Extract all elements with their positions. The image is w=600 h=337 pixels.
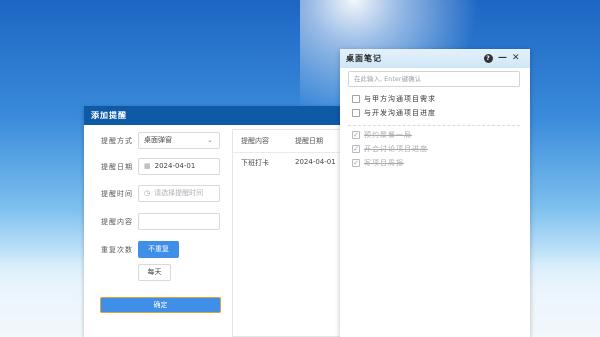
repeat-label: 重复次数 bbox=[101, 246, 133, 254]
todo-text: 与甲方沟通项目需求 bbox=[364, 95, 436, 103]
table-row[interactable]: 下班打卡 2024-04-01 bbox=[233, 158, 343, 174]
confirm-row: 确定 bbox=[84, 297, 232, 315]
content-row: 提醒内容 bbox=[84, 213, 232, 231]
method-select[interactable]: 桌面弹窗 ⌄ bbox=[138, 132, 220, 149]
chevron-down-icon: ⌄ bbox=[207, 136, 213, 144]
column-header-date: 提醒日期 bbox=[295, 137, 323, 145]
repeat-none-button[interactable]: 不重复 bbox=[138, 241, 179, 258]
note-input[interactable]: 在此输入, Enter键确认 bbox=[348, 71, 520, 87]
reminder-list-header: 提醒内容 提醒日期 bbox=[233, 130, 342, 153]
todo-text: 与开发沟通项目进度 bbox=[364, 109, 436, 117]
checkbox[interactable] bbox=[352, 95, 360, 103]
method-row: 提醒方式 桌面弹窗 ⌄ bbox=[84, 132, 232, 150]
date-row: 提醒日期 ▦ 2024-04-01 bbox=[84, 158, 232, 176]
completed-text: 开会讨论项目进度 bbox=[364, 145, 428, 153]
confirm-button[interactable]: 确定 bbox=[100, 297, 221, 313]
todo-divider bbox=[348, 125, 520, 126]
method-value: 桌面弹窗 bbox=[144, 136, 172, 144]
content-label: 提醒内容 bbox=[101, 218, 133, 226]
column-header-content: 提醒内容 bbox=[241, 137, 269, 145]
notes-title: 桌面笔记 bbox=[346, 54, 382, 63]
row-content: 下班打卡 bbox=[241, 159, 269, 167]
repeat-row: 重复次数 不重复 bbox=[84, 241, 232, 259]
completed-text: 预约聚餐一局 bbox=[364, 131, 412, 139]
method-label: 提醒方式 bbox=[101, 137, 133, 145]
calendar-icon: ▦ bbox=[144, 162, 151, 170]
close-icon[interactable]: ✕ bbox=[512, 49, 521, 68]
minimize-icon[interactable]: — bbox=[498, 49, 508, 68]
checkbox[interactable] bbox=[352, 109, 360, 117]
date-picker[interactable]: ▦ 2024-04-01 bbox=[138, 158, 220, 175]
content-input[interactable] bbox=[138, 213, 220, 230]
desktop-notes-panel: 桌面笔记 ? — ✕ 在此输入, Enter键确认 与甲方沟通项目需求 与开发沟… bbox=[340, 49, 530, 337]
clock-icon: ◷ bbox=[144, 189, 151, 197]
notes-title-bar: 桌面笔记 ? — ✕ bbox=[340, 49, 530, 68]
checkbox-checked[interactable]: ✓ bbox=[352, 145, 360, 153]
time-label: 提醒时间 bbox=[101, 190, 133, 198]
help-icon[interactable]: ? bbox=[484, 54, 493, 63]
completed-text: 写项目周报 bbox=[364, 159, 404, 167]
time-picker[interactable]: ◷ 请选择提醒时间 bbox=[138, 185, 220, 202]
dialog-title: 添加提醒 bbox=[84, 106, 342, 125]
checkbox-checked[interactable]: ✓ bbox=[352, 159, 360, 167]
checkbox-checked[interactable]: ✓ bbox=[352, 131, 360, 139]
row-date: 2024-04-01 bbox=[295, 158, 336, 166]
repeat-daily-button[interactable]: 每天 bbox=[138, 264, 171, 281]
reminder-list: 提醒内容 提醒日期 下班打卡 2024-04-01 bbox=[232, 129, 342, 337]
date-value: 2024-04-01 bbox=[154, 162, 196, 170]
time-row: 提醒时间 ◷ 请选择提醒时间 bbox=[84, 185, 232, 203]
repeat-daily-row: 每天 bbox=[84, 264, 232, 282]
time-placeholder: 请选择提醒时间 bbox=[154, 189, 204, 197]
date-label: 提醒日期 bbox=[101, 163, 133, 171]
add-reminder-dialog: 添加提醒 提醒方式 桌面弹窗 ⌄ 提醒日期 ▦ 2024-04-01 提醒时间 ◷… bbox=[84, 106, 342, 337]
